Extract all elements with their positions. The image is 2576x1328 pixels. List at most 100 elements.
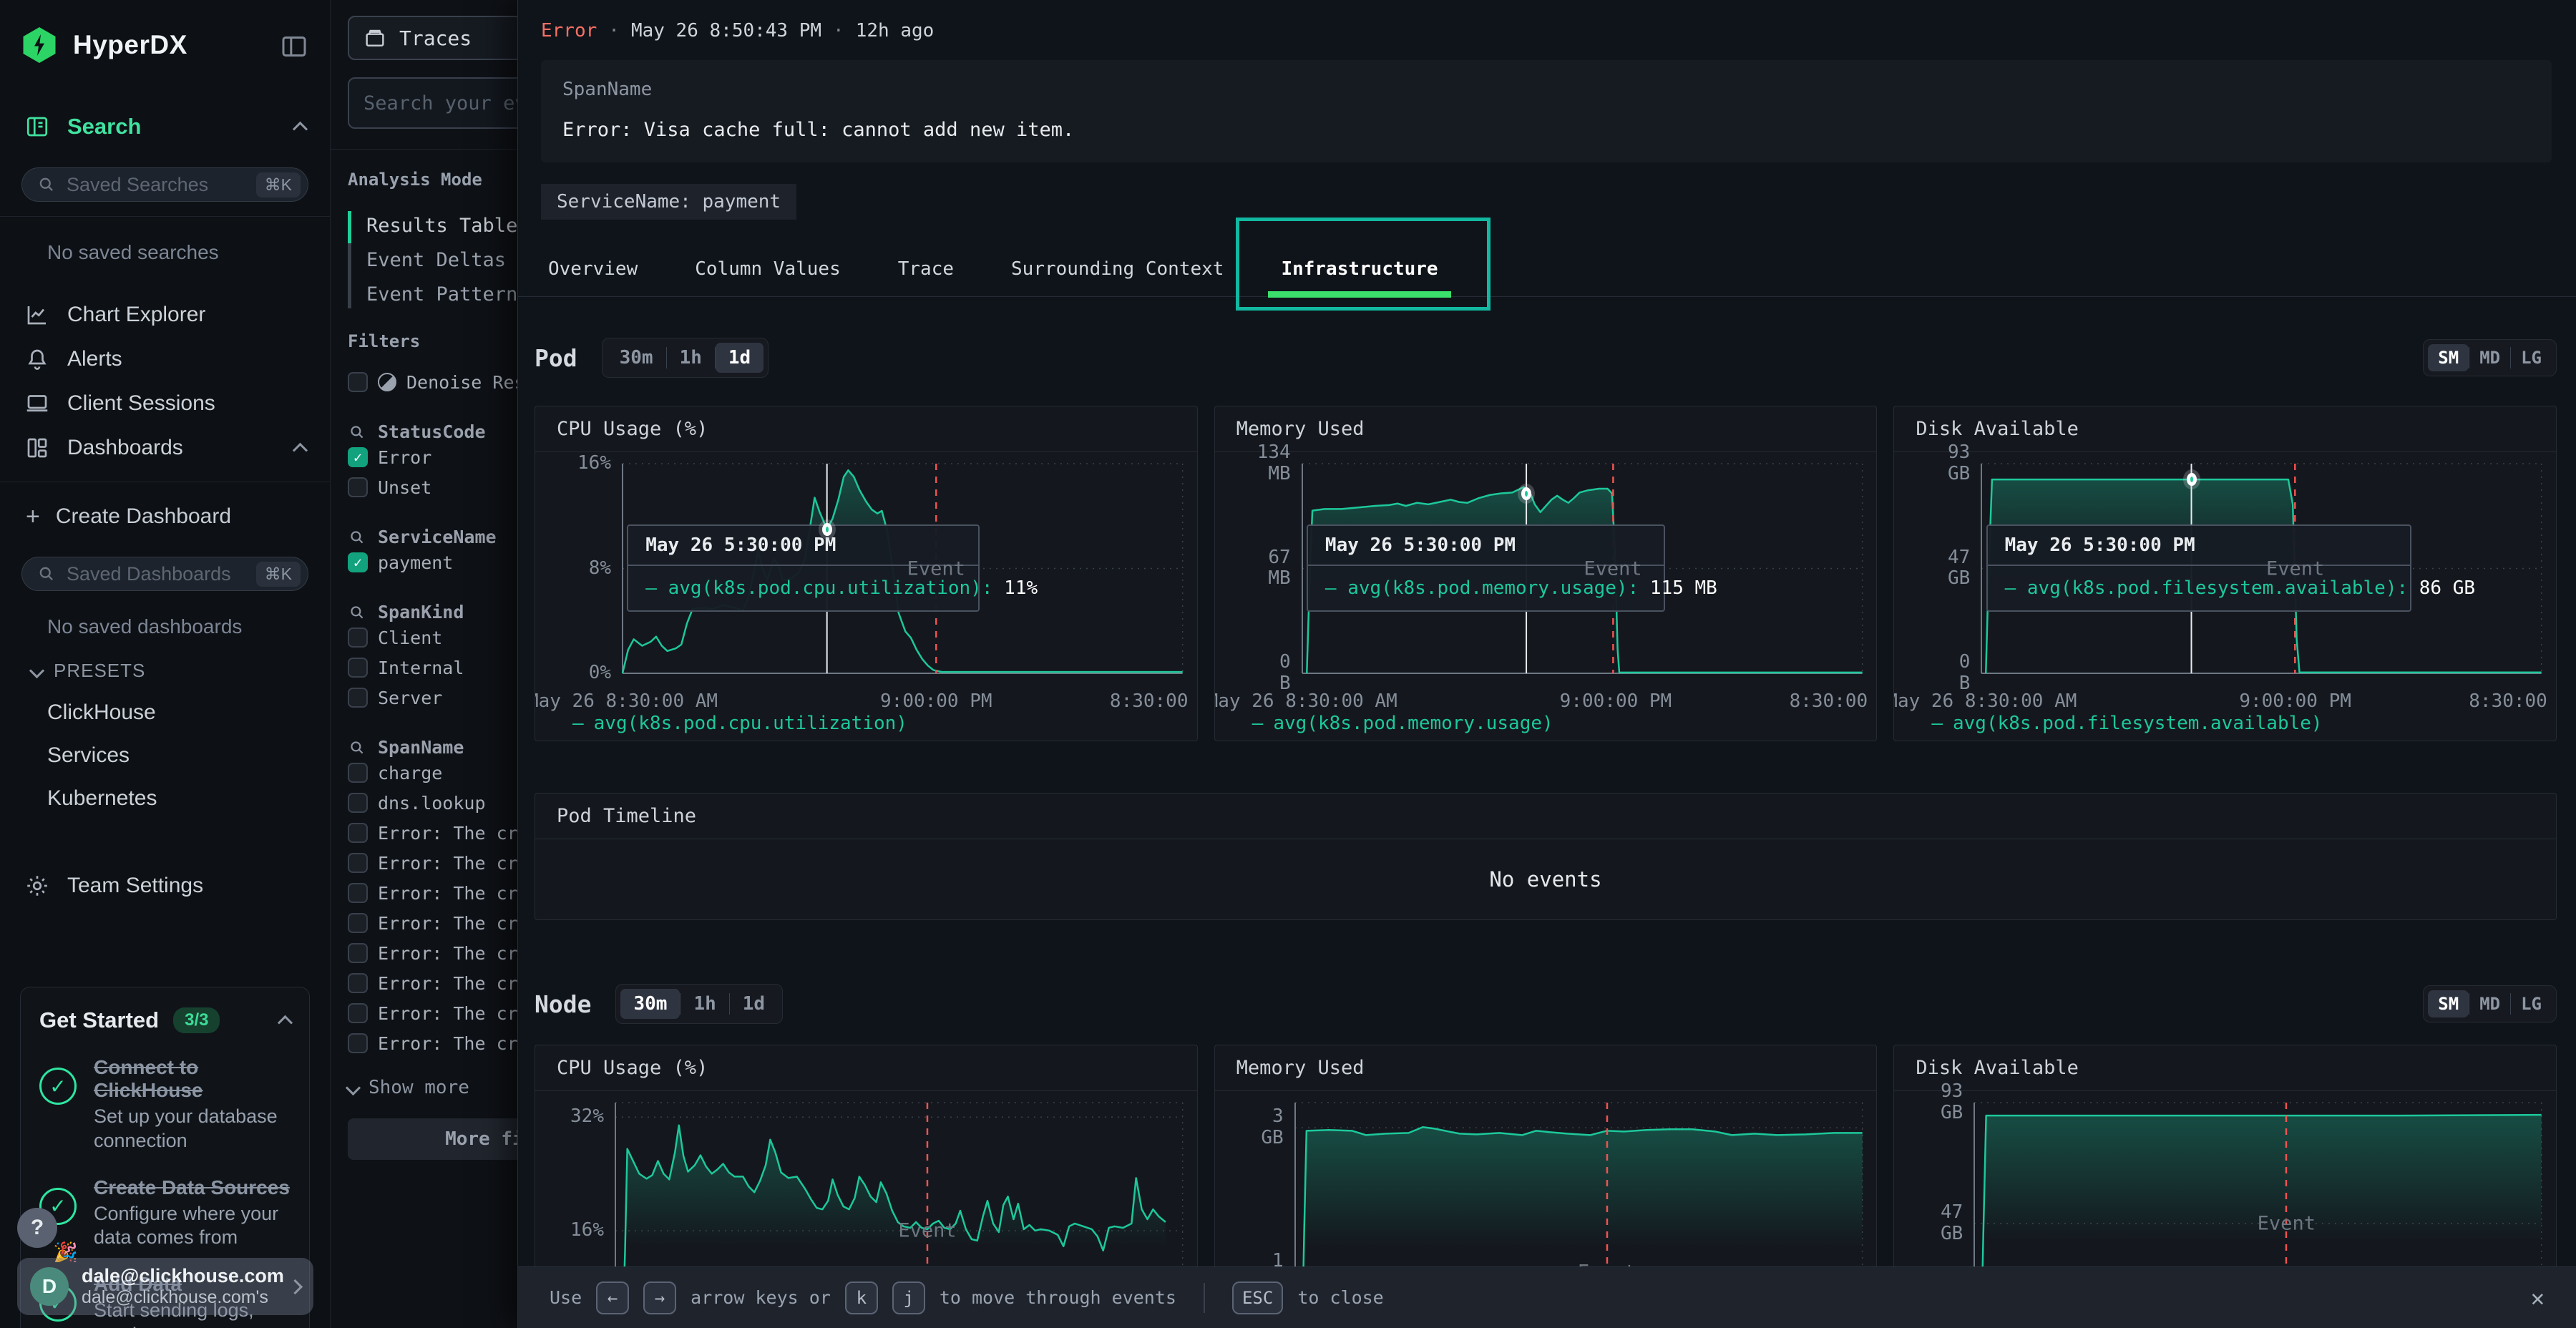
- saved-dashboards-input[interactable]: Saved Dashboards ⌘K: [21, 557, 308, 591]
- filter-option[interactable]: dns.lookup: [348, 788, 517, 818]
- sidebar-item-dashboards[interactable]: Dashboards: [0, 426, 330, 470]
- tab-trace[interactable]: Trace: [898, 258, 954, 280]
- chevron-up-icon[interactable]: [278, 1015, 293, 1030]
- denoise-results-row[interactable]: Denoise Results: [348, 367, 517, 397]
- pod-range-1h[interactable]: 1h: [667, 343, 715, 373]
- filter-option[interactable]: Error: The cr: [348, 998, 517, 1028]
- filter-option[interactable]: Client: [348, 622, 517, 653]
- get-started-item-text: Connect to ClickHouseSet up your databas…: [94, 1056, 291, 1153]
- create-dashboard-button[interactable]: + Create Dashboard: [0, 495, 330, 538]
- source-select[interactable]: Traces: [348, 16, 517, 60]
- pod-size-sm[interactable]: SM: [2428, 344, 2469, 371]
- sidebar-item-search[interactable]: Search: [0, 104, 330, 149]
- filter-group-spanname: SpanNamechargedns.lookupError: The crErr…: [331, 737, 517, 1058]
- checkbox[interactable]: [348, 973, 368, 993]
- filter-option-label: Error: The cr: [378, 943, 517, 964]
- sidebar-item-team-settings[interactable]: Team Settings: [0, 864, 330, 908]
- avatar: D: [30, 1267, 69, 1306]
- node-size-md[interactable]: MD: [2469, 990, 2510, 1017]
- sidebar-item-label: Alerts: [67, 347, 122, 371]
- severity-badge: Error: [541, 20, 597, 42]
- divider: [1204, 1283, 1205, 1313]
- collapse-sidebar-icon[interactable]: [280, 32, 308, 58]
- sidebar-item-chart-explorer[interactable]: Chart Explorer: [0, 293, 330, 337]
- checkbox[interactable]: [348, 763, 368, 783]
- k-key[interactable]: k: [845, 1281, 878, 1314]
- analysis-mode-event-patterns[interactable]: Event Patterns: [366, 277, 517, 311]
- tab-surrounding-context[interactable]: Surrounding Context: [1011, 258, 1224, 280]
- y-axis-tick: 8%: [589, 558, 611, 580]
- checkbox[interactable]: [348, 477, 368, 497]
- preset-clickhouse[interactable]: ClickHouse: [47, 700, 330, 725]
- esc-key[interactable]: ESC: [1232, 1281, 1283, 1314]
- more-filters-button[interactable]: More filters: [348, 1118, 517, 1160]
- chart-plot-area: 16%8%0%May 26 8:30:00 AM9:00:00 PM8:30:0…: [623, 464, 1183, 673]
- checkbox[interactable]: [348, 853, 368, 873]
- filter-option[interactable]: Error: The cr: [348, 968, 517, 998]
- preset-kubernetes[interactable]: Kubernetes: [47, 786, 330, 811]
- crosshair-dot: [822, 523, 832, 536]
- checkbox[interactable]: ✓: [348, 447, 368, 467]
- analysis-mode-event-deltas[interactable]: Event Deltas: [366, 243, 517, 277]
- checkbox[interactable]: ✓: [348, 552, 368, 572]
- checkbox[interactable]: [348, 913, 368, 933]
- checkbox[interactable]: [348, 793, 368, 813]
- preset-services[interactable]: Services: [47, 743, 330, 768]
- checkbox[interactable]: [348, 1003, 368, 1023]
- help-button[interactable]: ?: [17, 1208, 57, 1248]
- checkbox[interactable]: [348, 1033, 368, 1053]
- filter-group-header: SpanName: [348, 737, 517, 758]
- filter-option[interactable]: ✓payment: [348, 547, 517, 577]
- service-name-tag[interactable]: ServiceName: payment: [541, 184, 796, 220]
- checkbox[interactable]: [348, 628, 368, 648]
- filter-option[interactable]: Error: The cr: [348, 1028, 517, 1058]
- filter-option[interactable]: Error: The cr: [348, 908, 517, 938]
- checkbox[interactable]: [348, 883, 368, 903]
- analysis-mode-results-table[interactable]: Results Table: [366, 208, 517, 243]
- filter-option[interactable]: Server: [348, 683, 517, 713]
- filter-option[interactable]: Error: The cr: [348, 938, 517, 968]
- event-search-input[interactable]: Search your events: [348, 77, 517, 129]
- tab-column-values[interactable]: Column Values: [695, 258, 841, 280]
- pod-size-md[interactable]: MD: [2469, 344, 2510, 371]
- chart-tooltip: May 26 5:30:00 PM— avg(k8s.pod.cpu.utili…: [627, 524, 980, 612]
- filter-option-label: Server: [378, 688, 442, 708]
- filter-option[interactable]: Error: The cr: [348, 848, 517, 878]
- checkbox[interactable]: [348, 658, 368, 678]
- chart-legend: —avg(k8s.pod.cpu.utilization): [535, 706, 1197, 741]
- sidebar-item-alerts[interactable]: Alerts: [0, 337, 330, 381]
- filter-option[interactable]: Unset: [348, 472, 517, 502]
- pod-range-1d[interactable]: 1d: [716, 343, 763, 373]
- node-range-1h[interactable]: 1h: [680, 989, 728, 1019]
- checkbox[interactable]: [348, 688, 368, 708]
- checkbox[interactable]: [348, 823, 368, 843]
- node-range-30m[interactable]: 30m: [620, 989, 680, 1019]
- event-annotation-label: Event: [898, 1220, 956, 1242]
- tab-infrastructure[interactable]: Infrastructure: [1281, 258, 1438, 280]
- right-arrow-key[interactable]: →: [643, 1281, 676, 1314]
- close-icon[interactable]: ✕: [2531, 1284, 2545, 1312]
- pod-range-30m[interactable]: 30m: [607, 343, 666, 373]
- filter-option[interactable]: Error: The cr: [348, 878, 517, 908]
- show-more-button[interactable]: Show more: [348, 1077, 517, 1098]
- tab-overview[interactable]: Overview: [548, 258, 638, 280]
- node-size-lg[interactable]: LG: [2511, 990, 2552, 1017]
- left-arrow-key[interactable]: ←: [596, 1281, 629, 1314]
- filter-group-header: SpanKind: [348, 602, 517, 622]
- node-range-1d[interactable]: 1d: [730, 989, 778, 1019]
- user-account-chip[interactable]: D dale@clickhouse.com dale@clickhouse.co…: [17, 1258, 313, 1315]
- sidebar-item-client-sessions[interactable]: Client Sessions: [0, 381, 330, 426]
- checkbox[interactable]: [348, 943, 368, 963]
- filter-option[interactable]: Error: The cr: [348, 818, 517, 848]
- filters-label: Filters: [348, 331, 517, 351]
- denoise-checkbox[interactable]: [348, 372, 368, 392]
- filter-option[interactable]: Internal: [348, 653, 517, 683]
- sidebar-nav: Chart Explorer Alerts Client Sessions: [0, 293, 330, 426]
- saved-searches-input[interactable]: Saved Searches ⌘K: [21, 167, 308, 202]
- node-size-sm[interactable]: SM: [2428, 990, 2469, 1017]
- filter-option[interactable]: charge: [348, 758, 517, 788]
- j-key[interactable]: j: [892, 1281, 925, 1314]
- filter-option[interactable]: ✓Error: [348, 442, 517, 472]
- pod-size-lg[interactable]: LG: [2511, 344, 2552, 371]
- presets-header[interactable]: PRESETS: [31, 660, 330, 682]
